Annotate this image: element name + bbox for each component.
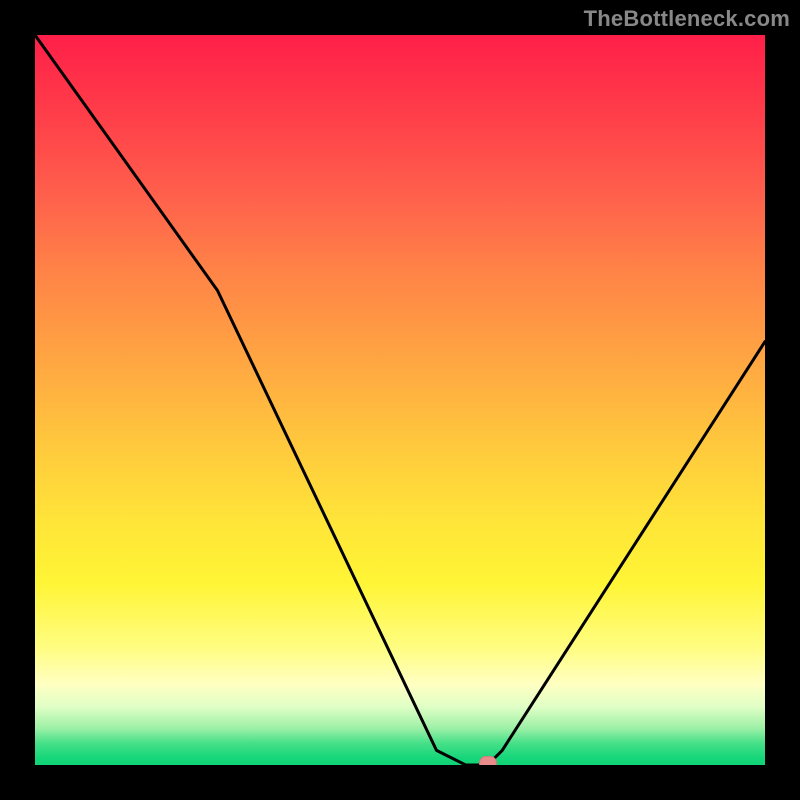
bottleneck-curve xyxy=(35,35,765,765)
x-axis-line xyxy=(35,765,765,767)
optimal-point-marker xyxy=(479,756,497,765)
watermark-text: TheBottleneck.com xyxy=(584,6,790,32)
plot-area xyxy=(35,35,765,765)
bottleneck-curve-path xyxy=(35,35,765,765)
chart-frame: TheBottleneck.com xyxy=(0,0,800,800)
